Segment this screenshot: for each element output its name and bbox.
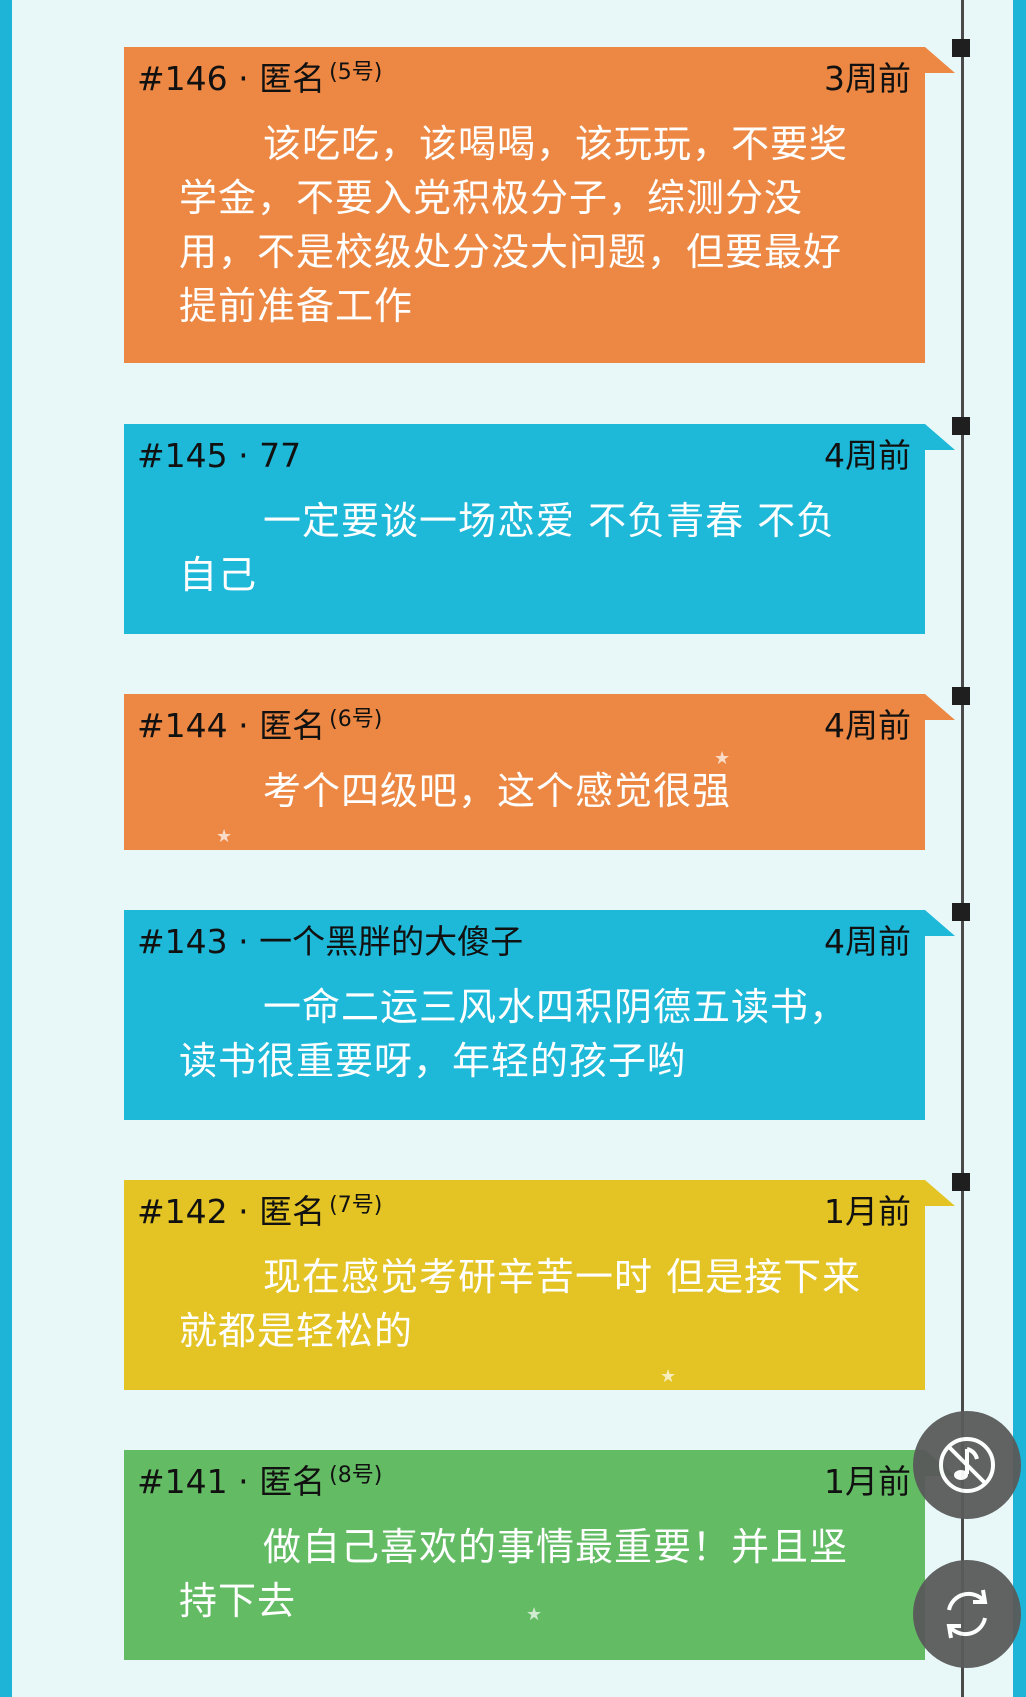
post-time: 4周前 <box>824 922 911 961</box>
timeline-node <box>952 417 970 435</box>
separator: · <box>227 922 260 961</box>
card-header: #145 · 77 4周前 <box>137 436 911 476</box>
post-number: #142 <box>137 1192 228 1231</box>
post-number: #141 <box>137 1462 228 1501</box>
timeline-node <box>952 903 970 921</box>
timeline-node <box>952 687 970 705</box>
author-tag: (6号) <box>329 707 383 732</box>
refresh-icon <box>946 1589 988 1639</box>
message-card-144[interactable]: #144 · 匿名 (6号) 4周前 考个四级吧，这个感觉很强 <box>124 694 955 850</box>
message-card-142[interactable]: #142 · 匿名 (7号) 1月前 现在感觉考研辛苦一时 但是接下来就都是轻松的 <box>124 1180 955 1390</box>
message-text: 考个四级吧，这个感觉很强 <box>263 769 732 813</box>
author-name[interactable]: 匿名 <box>259 1462 325 1501</box>
message-text: 做自己喜欢的事情最重要！并且坚持下去 <box>179 1525 849 1623</box>
separator: · <box>227 59 260 98</box>
post-number: #145 <box>137 436 228 475</box>
post-time: 4周前 <box>824 436 911 475</box>
post-time: 4周前 <box>824 706 911 745</box>
post-time: 1月前 <box>824 1192 911 1231</box>
author-tag: (7号) <box>329 1193 383 1218</box>
separator: · <box>227 436 260 475</box>
message-text: 一定要谈一场恋爱 不负青春 不负自己 <box>179 499 836 597</box>
separator: · <box>227 1192 260 1231</box>
author-tag: (8号) <box>329 1463 383 1488</box>
author-name[interactable]: 匿名 <box>259 706 325 745</box>
post-number: #143 <box>137 922 228 961</box>
separator: · <box>227 1462 260 1501</box>
author-tag: (5号) <box>329 60 383 85</box>
message-text: 一命二运三风水四积阴德五读书，读书很重要呀，年轻的孩子哟 <box>179 985 849 1083</box>
author-name[interactable]: 匿名 <box>259 1192 325 1231</box>
message-card-143[interactable]: #143 · 一个黑胖的大傻子 4周前 一命二运三风水四积阴德五读书，读书很重要… <box>124 910 955 1120</box>
timeline-node <box>952 39 970 57</box>
card-header: #146 · 匿名 (5号) 3周前 <box>137 59 911 99</box>
music-off-icon <box>939 1437 995 1493</box>
message-card-146[interactable]: #146 · 匿名 (5号) 3周前 该吃吃，该喝喝，该玩玩，不要奖学金，不要入党… <box>124 47 955 363</box>
refresh-button[interactable] <box>913 1560 1021 1668</box>
message-card-145[interactable]: #145 · 77 4周前 一定要谈一场恋爱 不负青春 不负自己 <box>124 424 955 634</box>
card-header: #143 · 一个黑胖的大傻子 4周前 <box>137 922 911 962</box>
post-time: 1月前 <box>824 1462 911 1501</box>
timeline-node <box>952 1173 970 1191</box>
author-name[interactable]: 匿名 <box>259 59 325 98</box>
card-header: #144 · 匿名 (6号) 4周前 <box>137 706 911 746</box>
message-text: 现在感觉考研辛苦一时 但是接下来就都是轻松的 <box>179 1255 862 1353</box>
post-time: 3周前 <box>824 59 911 98</box>
card-header: #141 · 匿名 (8号) 1月前 <box>137 1462 911 1502</box>
author-name[interactable]: 77 <box>259 436 301 475</box>
message-feed: #146 · 匿名 (5号) 3周前 该吃吃，该喝喝，该玩玩，不要奖学金，不要入党… <box>0 0 1026 1697</box>
post-number: #146 <box>137 59 228 98</box>
post-number: #144 <box>137 706 228 745</box>
card-header: #142 · 匿名 (7号) 1月前 <box>137 1192 911 1232</box>
message-card-141[interactable]: #141 · 匿名 (8号) 1月前 做自己喜欢的事情最重要！并且坚持下去 <box>124 1450 955 1660</box>
separator: · <box>227 706 260 745</box>
author-name[interactable]: 一个黑胖的大傻子 <box>259 922 523 961</box>
music-toggle-button[interactable] <box>913 1411 1021 1519</box>
message-text: 该吃吃，该喝喝，该玩玩，不要奖学金，不要入党积极分子，综测分没用，不是校级处分没… <box>179 122 849 328</box>
